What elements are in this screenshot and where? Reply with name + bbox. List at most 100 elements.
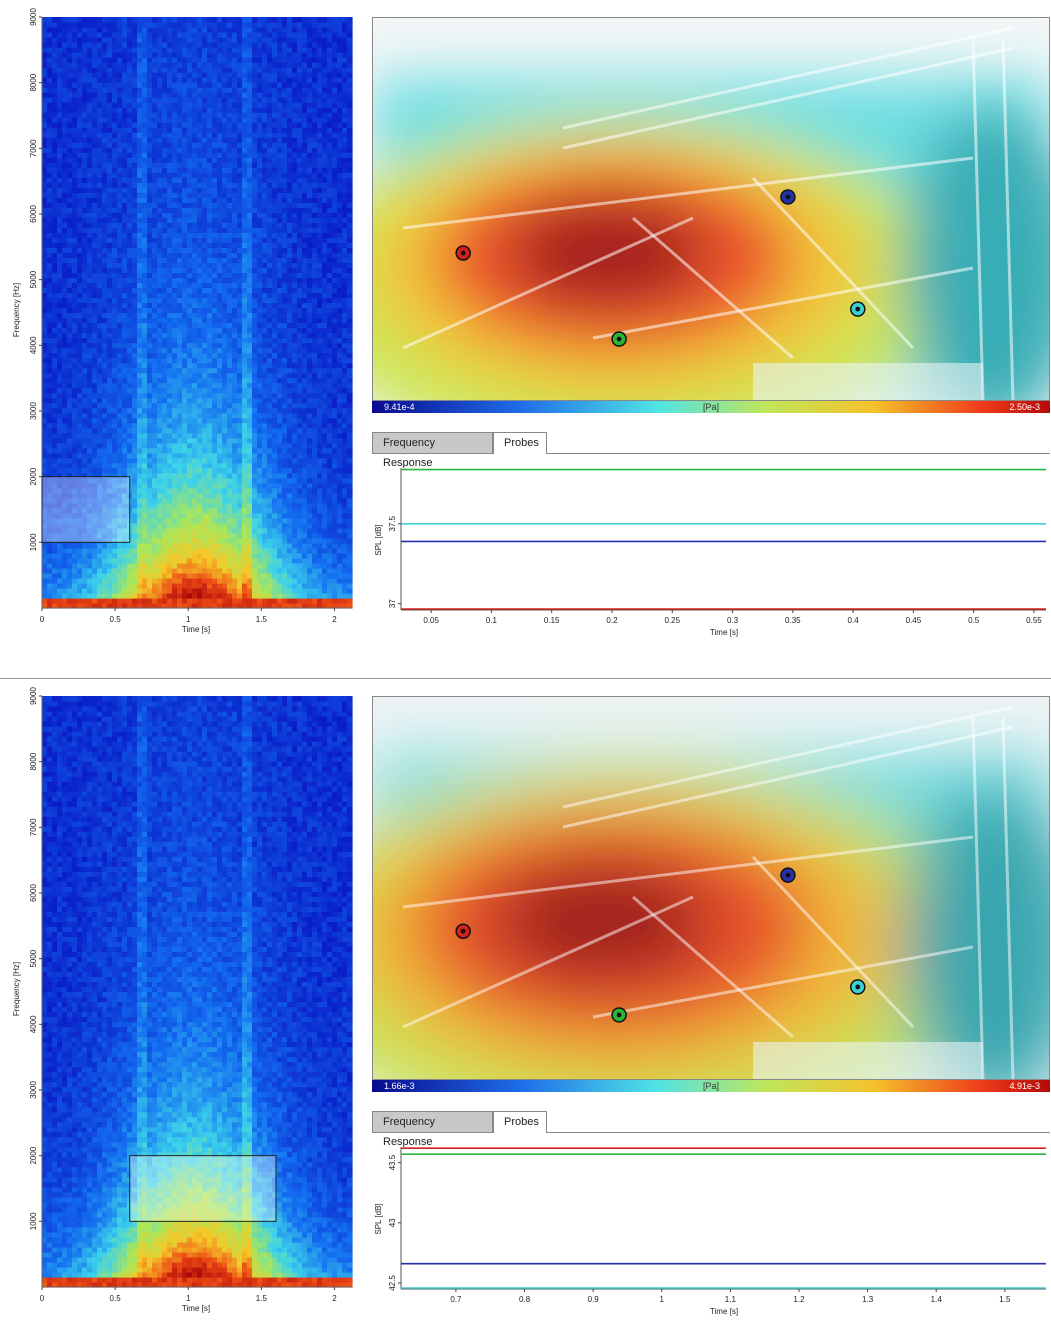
spectrogram-chart[interactable]: 0 0.5 1 1.5 2 1000 2000 3000 4000 5000 6000 7000 800…: [0, 0, 372, 640]
colorbar-unit-label: [Pa]: [702, 1081, 719, 1091]
probe-chart-x-tick-label: 0.8: [519, 1295, 531, 1304]
spectrogram-x-tick-label: 1: [186, 615, 191, 624]
probe-marker-red[interactable]: [455, 245, 471, 261]
spectrogram-x-tick-label: 0: [40, 1294, 45, 1303]
probe-chart-y-tick-label: 43: [388, 1218, 397, 1227]
probe-chart-y-axis-label: SPL [dB]: [374, 1203, 383, 1234]
spectrogram-y-tick-label: 7000: [29, 139, 38, 157]
probe-chart-plot-area: [401, 468, 1046, 610]
pressure-colorbar: 9.41e-4 [Pa] 2.50e-3: [372, 401, 1050, 413]
spectrogram-y-tick-label: 6000: [29, 884, 38, 902]
spectrogram-x-tick-label: 0.5: [110, 1294, 122, 1303]
probe-chart-x-tick-label: 0.25: [664, 616, 680, 625]
colorbar-unit-label: [Pa]: [702, 402, 719, 412]
tab-frequency-response[interactable]: Frequency Response: [372, 1111, 493, 1148]
spectrogram-y-tick-label: 2000: [29, 1146, 38, 1164]
probe-chart-x-tick-label: 1.2: [793, 1295, 805, 1304]
frequency-time-selection-box[interactable]: [41, 476, 131, 543]
probe-marker-center: [616, 336, 622, 342]
spectrogram-y-axis-label: Frequency [Hz]: [12, 962, 21, 1016]
spectrogram-x-axis-label: Time [s]: [182, 625, 210, 634]
spectrogram-x-tick-label: 1.5: [256, 1294, 268, 1303]
spectrogram-y-tick-label: 8000: [29, 73, 38, 91]
spectrogram-y-tick-label: 2000: [29, 467, 38, 485]
probe-chart-x-tick-label: 0.55: [1026, 616, 1042, 625]
spectrogram-y-tick-label: 4000: [29, 336, 38, 354]
spectrogram-y-tick-label: 9000: [29, 8, 38, 26]
spectrogram-y-tick-label: 8000: [29, 752, 38, 770]
probe-marker-blue[interactable]: [780, 189, 796, 205]
analysis-panel-bottom: 0 0.5 1 1.5 2 1000 2000 3000 4000 5000 6000 7000 800…: [0, 679, 1051, 1319]
probe-chart-x-tick-label: 1.1: [725, 1295, 737, 1304]
probe-marker-center: [616, 1012, 622, 1018]
acoustic-camera-view[interactable]: [372, 17, 1050, 401]
probe-marker-center: [855, 306, 861, 312]
spectrogram-y-axis-label: Frequency [Hz]: [12, 283, 21, 337]
spectrogram-y-tick-label: 1000: [29, 533, 38, 551]
probe-chart-x-tick-label: 0.7: [450, 1295, 462, 1304]
probe-chart-y-tick-label: 42.5: [388, 1275, 397, 1291]
probe-marker-cyan[interactable]: [850, 301, 866, 317]
acoustic-camera-view[interactable]: [372, 696, 1050, 1080]
tab-probes[interactable]: Probes: [493, 432, 547, 454]
spectrogram-y-tick-label: 5000: [29, 270, 38, 288]
tab-divider: [547, 453, 1050, 454]
probe-marker-green[interactable]: [611, 331, 627, 347]
probe-chart-x-axis-label: Time [s]: [710, 628, 738, 637]
spectrogram-chart[interactable]: 0 0.5 1 1.5 2 1000 2000 3000 4000 5000 6000 7000 800…: [0, 679, 372, 1319]
colorbar-max-label: 2.50e-3: [1009, 402, 1040, 412]
spectrogram-x-axis-label: Time [s]: [182, 1304, 210, 1313]
probe-chart-y-tick-label: 37: [388, 599, 397, 608]
probe-chart-x-tick-label: 0.35: [785, 616, 801, 625]
spectrogram-y-tick-label: 5000: [29, 949, 38, 967]
tab-frequency-response[interactable]: Frequency Response: [372, 432, 493, 469]
spectrogram-y-tick-label: 3000: [29, 402, 38, 420]
probe-chart-x-tick-label: 0.05: [423, 616, 439, 625]
spectrogram-x-tick-label: 1.5: [256, 615, 268, 624]
probe-chart-x-axis-label: Time [s]: [710, 1307, 738, 1316]
frequency-time-selection-box[interactable]: [129, 1155, 277, 1222]
probe-chart-x-tick-label: 0.45: [906, 616, 922, 625]
probe-chart-x-tick-label: 0.5: [968, 616, 980, 625]
probe-chart-x-tick-label: 0.3: [727, 616, 739, 625]
beamforming-heatmap[interactable]: [373, 18, 1050, 401]
probe-chart-y-tick-label: 43.5: [388, 1154, 397, 1170]
spectrogram-x-tick-label: 0: [40, 615, 45, 624]
tab-divider: [547, 1132, 1050, 1133]
probe-marker-cyan[interactable]: [850, 979, 866, 995]
spectrogram-x-tick-label: 1: [186, 1294, 191, 1303]
probe-chart-x-tick-label: 0.1: [486, 616, 498, 625]
pressure-colorbar: 1.66e-3 [Pa] 4.91e-3: [372, 1080, 1050, 1092]
probe-chart-x-tick-label: 0.2: [606, 616, 618, 625]
probe-chart-x-tick-label: 0.15: [544, 616, 560, 625]
probe-chart-plot-area: [401, 1147, 1046, 1289]
probe-chart-y-axis-label: SPL [dB]: [374, 524, 383, 555]
probe-marker-blue[interactable]: [780, 867, 796, 883]
probe-chart-x-tick-label: 0.9: [588, 1295, 600, 1304]
spectrogram-y-tick-label: 1000: [29, 1212, 38, 1230]
spectrogram-y-tick-label: 9000: [29, 687, 38, 705]
probe-spl-chart[interactable]: 0.7 0.8 0.9 1 1.1 1.2 1.3 1.4 1.5 42.5 43 43.5 SPL …: [372, 1139, 1050, 1319]
probe-chart-x-tick-label: 1.5: [999, 1295, 1011, 1304]
probe-marker-center: [460, 928, 466, 934]
probe-spl-chart[interactable]: 0.05 0.1 0.15 0.2 0.25 0.3 0.35 0.4 0.45 0.5 0.55 3…: [372, 460, 1050, 640]
analysis-panel-top: 0 0.5 1 1.5 2 1000 2000 3000 4000 5000 6000 7000 800…: [0, 0, 1051, 640]
tab-probes[interactable]: Probes: [493, 1111, 547, 1133]
beamforming-heatmap[interactable]: [373, 697, 1050, 1080]
probe-marker-center: [785, 872, 791, 878]
spectrogram-x-tick-label: 2: [332, 615, 337, 624]
probe-marker-green[interactable]: [611, 1007, 627, 1023]
probe-chart-x-tick-label: 1: [660, 1295, 665, 1304]
spectrogram-y-tick-label: 3000: [29, 1081, 38, 1099]
probe-chart-x-tick-label: 1.3: [862, 1295, 874, 1304]
probe-marker-center: [785, 194, 791, 200]
spectrogram-x-tick-label: 2: [332, 1294, 337, 1303]
probe-chart-x-tick-label: 0.4: [848, 616, 860, 625]
colorbar-max-label: 4.91e-3: [1009, 1081, 1040, 1091]
probe-marker-center: [855, 984, 861, 990]
probe-marker-red[interactable]: [455, 923, 471, 939]
spectrogram-y-tick-label: 4000: [29, 1015, 38, 1033]
probe-marker-center: [460, 250, 466, 256]
spectrogram-y-tick-label: 6000: [29, 205, 38, 223]
spectrogram-x-tick-label: 0.5: [110, 615, 122, 624]
